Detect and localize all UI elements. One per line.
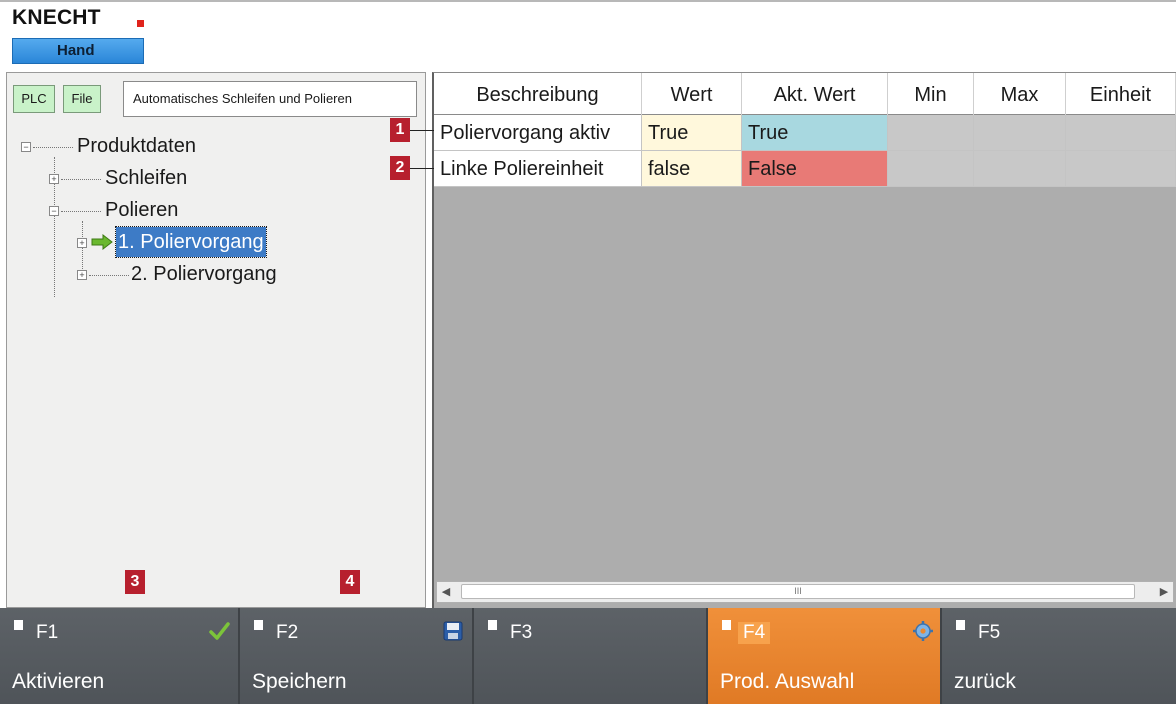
program-path-field: Automatisches Schleifen und Polieren: [123, 81, 417, 117]
tree-panel: PLC File Automatisches Schleifen und Pol…: [6, 72, 426, 608]
tree-node-poliervorgang-2[interactable]: + 2. Poliervorgang: [77, 259, 317, 289]
key-indicator-icon: [14, 620, 23, 630]
tree-connector: [33, 147, 73, 148]
column-header-max[interactable]: Max: [974, 73, 1066, 115]
f3-button[interactable]: F3: [474, 608, 708, 704]
fkey-label: Prod. Auswahl: [720, 670, 855, 693]
callout-marker-3: 3: [125, 570, 145, 594]
f4-prod-auswahl-button[interactable]: F4 Prod. Auswahl: [708, 608, 942, 704]
cell-beschreibung: Poliervorgang aktiv: [434, 115, 642, 151]
fkey-id: F3: [510, 622, 533, 643]
expand-icon[interactable]: +: [49, 174, 59, 184]
plc-button[interactable]: PLC: [13, 85, 55, 113]
key-indicator-icon: [254, 620, 263, 630]
cell-akt-wert: False: [742, 151, 888, 187]
tree-label-poliervorgang-1: 1. Poliervorgang: [115, 226, 267, 258]
fkey-label: Speichern: [252, 670, 347, 693]
f2-speichern-button[interactable]: F2 Speichern: [240, 608, 474, 704]
mode-badge: Hand: [12, 38, 144, 64]
tree-connector: [89, 275, 129, 276]
f1-aktivieren-button[interactable]: F1 Aktivieren: [0, 608, 240, 704]
tree-label-produktdaten: Produktdaten: [77, 135, 196, 157]
horizontal-scrollbar[interactable]: ◀ III ▶: [436, 581, 1174, 603]
cell-min: [888, 115, 974, 151]
key-indicator-icon: [488, 620, 497, 630]
cell-einheit: [1066, 151, 1176, 187]
table-row[interactable]: Linke Poliereinheit false False: [434, 151, 1176, 187]
callout-leader-line: [410, 130, 434, 131]
cell-einheit: [1066, 115, 1176, 151]
column-header-akt-wert[interactable]: Akt. Wert: [742, 73, 888, 115]
cell-max: [974, 115, 1066, 151]
callout-marker-4: 4: [340, 570, 360, 594]
collapse-icon[interactable]: −: [49, 206, 59, 216]
fkey-label: zurück: [954, 670, 1016, 693]
fkey-id: F4: [738, 622, 771, 644]
key-indicator-icon: [956, 620, 965, 630]
cell-wert[interactable]: false: [642, 151, 742, 187]
tree-label-poliervorgang-2: 2. Poliervorgang: [131, 263, 277, 285]
column-header-beschreibung[interactable]: Beschreibung: [434, 73, 642, 115]
logo-red-square: [137, 20, 144, 27]
expand-icon[interactable]: +: [77, 238, 87, 248]
tree-node-produktdaten[interactable]: − Produktdaten: [21, 131, 321, 161]
parameter-grid: Beschreibung Wert Akt. Wert Min Max Einh…: [432, 72, 1176, 608]
collapse-icon[interactable]: −: [21, 142, 31, 152]
tree-label-polieren: Polieren: [105, 199, 179, 221]
cell-akt-wert: True: [742, 115, 888, 151]
gear-icon: [913, 621, 933, 641]
callout-leader-line: [410, 168, 434, 169]
title-bar: KNECHT Hand: [0, 0, 1176, 68]
checkmark-icon: [209, 622, 230, 640]
cell-max: [974, 151, 1066, 187]
column-header-wert[interactable]: Wert: [642, 73, 742, 115]
scrollbar-thumb[interactable]: III: [461, 584, 1135, 599]
knecht-logo: KNECHT: [12, 6, 101, 29]
tree-node-polieren[interactable]: − Polieren: [49, 195, 299, 225]
file-button[interactable]: File: [63, 85, 101, 113]
fkey-id: F1: [36, 622, 59, 643]
grid-header: Beschreibung Wert Akt. Wert Min Max Einh…: [434, 73, 1176, 115]
tree-connector: [61, 179, 101, 180]
callout-marker-2: 2: [390, 156, 410, 180]
fkey-id: F2: [276, 622, 299, 643]
callout-marker-1: 1: [390, 118, 410, 142]
key-indicator-icon: [722, 620, 731, 630]
tree-label-schleifen: Schleifen: [105, 167, 188, 189]
expand-icon[interactable]: +: [77, 270, 87, 280]
scroll-left-arrow-icon[interactable]: ◀: [437, 582, 455, 602]
tree-connector: [61, 211, 101, 212]
green-arrow-icon: [91, 234, 113, 250]
f5-zurueck-button[interactable]: F5 zurück: [942, 608, 1176, 704]
fkey-label: Aktivieren: [12, 670, 105, 693]
cell-beschreibung: Linke Poliereinheit: [434, 151, 642, 187]
cell-wert[interactable]: True: [642, 115, 742, 151]
table-row[interactable]: Poliervorgang aktiv True True: [434, 115, 1176, 151]
function-key-bar: F1 Aktivieren F2 Speichern F3 F4 Prod. A…: [0, 608, 1176, 704]
column-header-einheit[interactable]: Einheit: [1066, 73, 1176, 115]
fkey-id: F5: [978, 622, 1001, 643]
tree-node-schleifen[interactable]: + Schleifen: [49, 163, 299, 193]
tree-node-poliervorgang-1[interactable]: + 1. Poliervorgang: [77, 226, 317, 258]
save-icon: [443, 621, 463, 641]
cell-min: [888, 151, 974, 187]
scroll-right-arrow-icon[interactable]: ▶: [1155, 582, 1173, 602]
column-header-min[interactable]: Min: [888, 73, 974, 115]
